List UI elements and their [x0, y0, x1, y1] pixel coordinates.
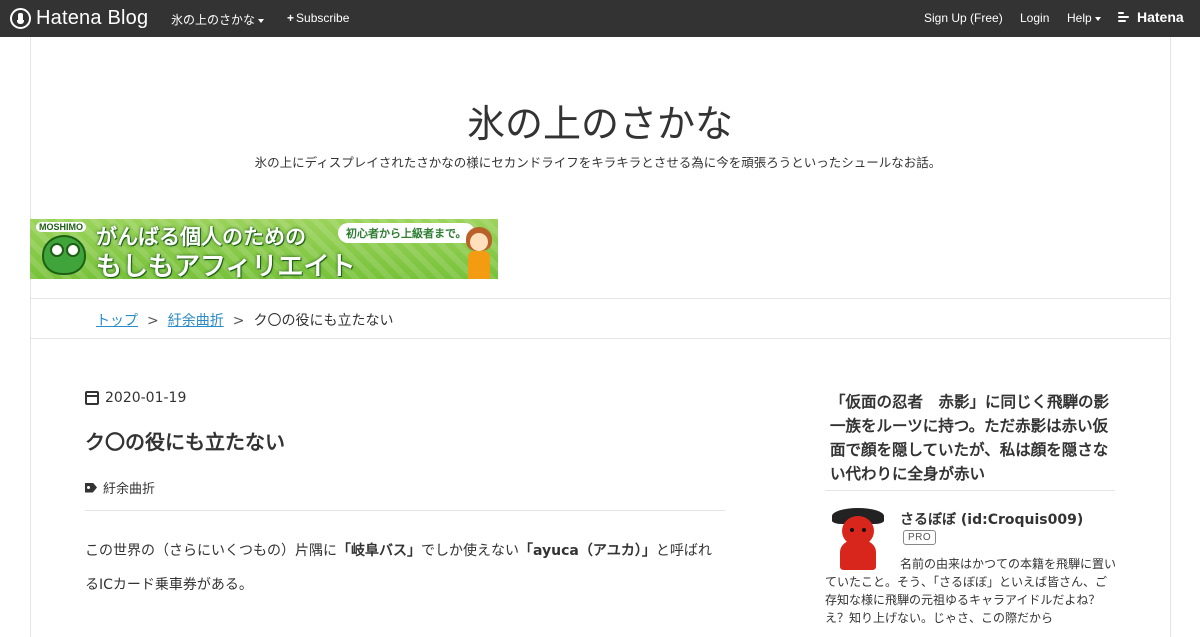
breadcrumb: トップ > 紆余曲折 > ク〇の役にも立たない	[96, 310, 393, 330]
entry-category[interactable]: 紆余曲折	[85, 478, 155, 497]
sidebar-divider	[825, 490, 1115, 491]
hatena-blog-logo[interactable]: Hatena Blog	[10, 6, 148, 30]
breadcrumb-category-link[interactable]: 紆余曲折	[168, 313, 224, 329]
breadcrumb-top-link[interactable]: トップ	[96, 313, 138, 329]
entry-date-value: 2020-01-19	[105, 390, 187, 406]
caret-down-icon	[1094, 16, 1101, 21]
logo-text: Hatena Blog	[36, 6, 149, 29]
blog-menu-label: 氷の上のさかな	[171, 13, 256, 27]
plus-icon: +	[287, 11, 295, 25]
profile-description: 名前の由来はかつての本籍を飛騨に置いていたこと。そう、「さるぼぼ」といえば皆さん…	[825, 557, 1117, 625]
frog-mascot-icon	[42, 235, 86, 275]
body-bold-text: 「岐阜バス」	[337, 543, 421, 559]
entry-paragraph: この世界の（さらにいくつもの）片隅に「岐阜バス」でしか使えない「ayuca（アユ…	[85, 534, 725, 602]
blog-description: 氷の上にディスプレイされたさかなの様にセカンドライフをキラキラとさせる為に今を頑…	[254, 155, 942, 170]
blog-title[interactable]: 氷の上のさかな	[0, 93, 1200, 148]
pro-badge: PRO	[903, 530, 937, 545]
banner-bubble: 初心者から上級者まで。	[338, 223, 475, 243]
tag-icon	[85, 482, 97, 493]
caret-down-icon	[258, 18, 265, 23]
breadcrumb-separator: >	[147, 313, 159, 329]
affiliate-banner[interactable]: MOSHIMO がんばる個人のための もしもアフィリエイト 初心者から上級者まで…	[30, 219, 498, 279]
banner-brand: MOSHIMO	[36, 222, 86, 232]
breadcrumb-current: ク〇の役にも立たない	[253, 313, 394, 329]
breadcrumb-separator: >	[232, 313, 245, 329]
body-text: でしか使えない	[421, 543, 519, 559]
sidebar-profile-lead: 「仮面の忍者 赤影」に同じく飛騨の影一族をルーツに持つ。ただ赤影は赤い仮面で顔を…	[830, 393, 1110, 483]
body-bold-text: 「ayuca（アユカ）」	[519, 543, 656, 559]
profile-name[interactable]: さるぼぼ (id:Croquis009)	[900, 509, 1083, 529]
entry-date[interactable]: 2020-01-19	[85, 390, 186, 406]
banner-title: もしもアフィリエイト	[96, 252, 356, 279]
global-header: Hatena Blog 氷の上のさかな + Subscribe Sign Up (…	[0, 0, 1200, 37]
hatena-logo-icon	[10, 7, 31, 29]
entry-divider	[85, 510, 725, 511]
hatena-link[interactable]: Hatena	[1118, 9, 1184, 25]
entry-category-label: 紆余曲折	[103, 482, 156, 497]
body-text: この世界の（さらにいくつもの）片隅に	[85, 543, 337, 559]
blog-menu-dropdown[interactable]: 氷の上のさかな	[171, 11, 265, 28]
calendar-icon	[85, 391, 99, 405]
signup-link[interactable]: Sign Up (Free)	[924, 11, 1003, 25]
girl-mascot-icon	[464, 225, 494, 279]
help-label: Help	[1067, 11, 1092, 25]
hatena-mark-icon	[1118, 11, 1134, 23]
subscribe-button[interactable]: + Subscribe	[287, 11, 349, 25]
entry-title[interactable]: ク〇の役にも立たない	[85, 426, 285, 455]
hatena-label: Hatena	[1137, 9, 1184, 25]
help-dropdown[interactable]: Help	[1067, 11, 1101, 25]
login-link[interactable]: Login	[1020, 11, 1049, 25]
subscribe-label: Subscribe	[296, 11, 350, 25]
